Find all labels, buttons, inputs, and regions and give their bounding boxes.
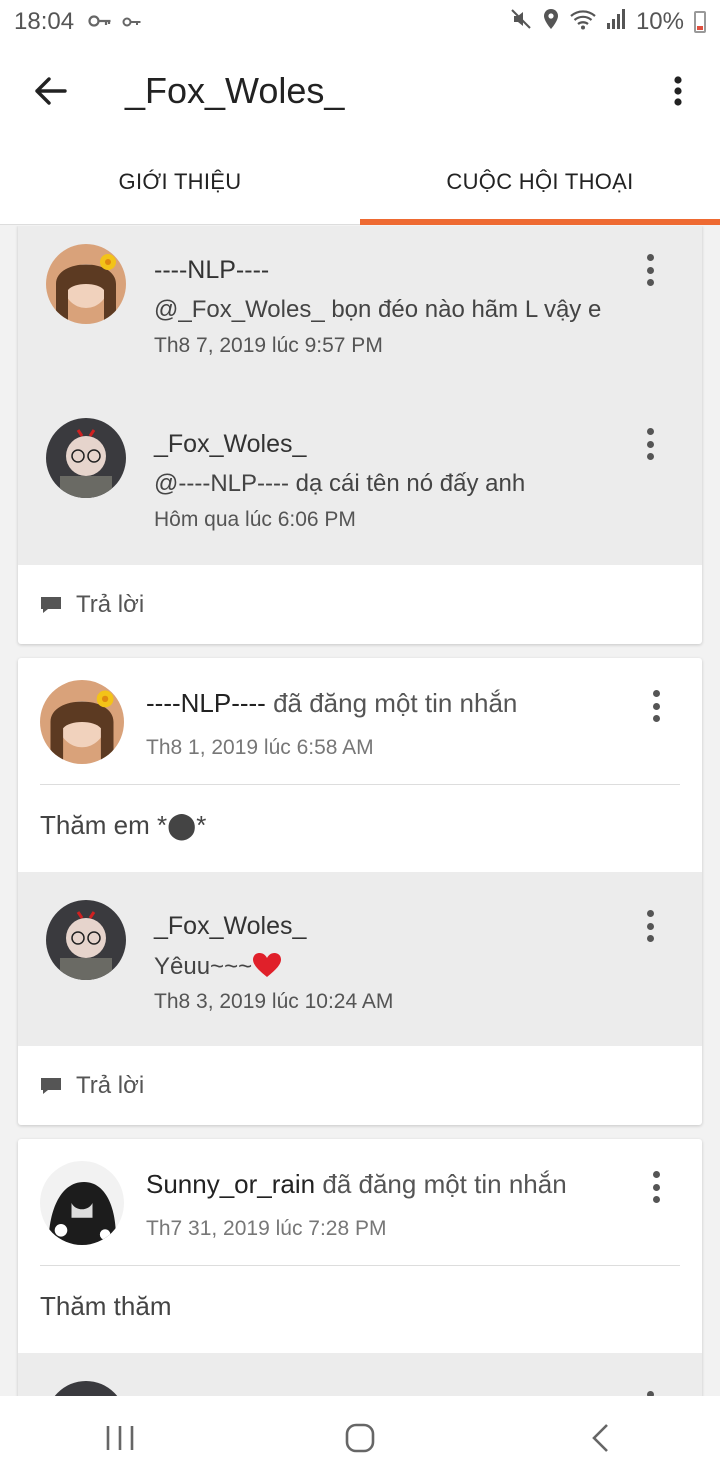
post-author[interactable]: ----NLP---- — [146, 688, 266, 718]
chevron-left-icon — [592, 1424, 608, 1452]
avatar[interactable] — [46, 418, 126, 498]
divider — [40, 784, 680, 785]
post-body: Thăm em *⬤* — [40, 810, 207, 840]
post-header: Sunny_or_rain đã đăng một tin nhắn Th7 3… — [18, 1139, 702, 1267]
avatar[interactable] — [40, 1161, 124, 1245]
avatar[interactable] — [46, 244, 126, 324]
message-card: ----NLP---- @_Fox_Woles_ bọn đéo nào hãm… — [18, 226, 702, 644]
comment-item: _Fox_Woles_ Yêuu~~~ Th8 3, 2019 lúc 10:2… — [18, 872, 702, 1042]
vpn-key-icon — [88, 11, 112, 34]
comment-author[interactable]: _Fox_Woles_ — [154, 912, 306, 941]
post-action: đã đăng một tin nhắn — [322, 1169, 567, 1199]
reply-label: Trả lời — [76, 591, 145, 618]
reply-thread — [18, 1353, 702, 1396]
tab-conversations[interactable]: CUỘC HỘI THOẠI — [360, 140, 720, 225]
tab-about[interactable]: GIỚI THIỆU — [0, 140, 360, 224]
comment-text: @_Fox_Woles_ bọn đéo nào hãm L vậy e — [154, 296, 602, 323]
key-icon — [122, 11, 142, 34]
post-header: ----NLP---- đã đăng một tin nhắn Th8 1, … — [18, 658, 702, 786]
message-card: ----NLP---- đã đăng một tin nhắn Th8 1, … — [18, 658, 702, 1125]
arrow-left-icon — [35, 77, 67, 105]
battery-icon — [694, 11, 706, 33]
comment-bubble-icon — [41, 597, 61, 613]
comment-time: Hôm qua lúc 6:06 PM — [154, 508, 356, 531]
signal-icon — [606, 8, 626, 37]
avatar[interactable] — [46, 1381, 126, 1396]
home-icon — [345, 1423, 375, 1453]
recent-apps-button[interactable] — [80, 1408, 160, 1468]
status-bar: 18:04 10% — [0, 0, 720, 44]
back-nav-button[interactable] — [560, 1408, 640, 1468]
recent-apps-icon — [106, 1426, 134, 1450]
post-author-line: Sunny_or_rain đã đăng một tin nhắn — [146, 1169, 567, 1200]
reply-label: Trả lời — [76, 1071, 145, 1099]
post-author[interactable]: Sunny_or_rain — [146, 1169, 315, 1199]
message-card: Sunny_or_rain đã đăng một tin nhắn Th7 3… — [18, 1139, 702, 1396]
comment-time: Th8 7, 2019 lúc 9:57 PM — [154, 334, 383, 357]
comment-item: _Fox_Woles_ @----NLP---- dạ cái tên nó đ… — [18, 398, 702, 568]
comment-text: @----NLP---- dạ cái tên nó đấy anh — [154, 470, 526, 497]
system-nav-bar — [0, 1396, 720, 1480]
app-bar: _Fox_Woles_ — [0, 44, 720, 140]
comment-text-line: Yêuu~~~ — [154, 952, 282, 981]
comment-more-button[interactable] — [638, 250, 662, 290]
comment-bubble-icon — [41, 1077, 61, 1094]
comment-more-button[interactable] — [638, 424, 662, 464]
divider — [40, 1265, 680, 1266]
home-button[interactable] — [320, 1408, 400, 1468]
more-options-button[interactable] — [658, 66, 698, 116]
post-time: Th8 1, 2019 lúc 6:58 AM — [146, 736, 374, 759]
reply-button[interactable]: Trả lời — [18, 565, 702, 644]
comment-more-button[interactable] — [638, 906, 662, 946]
mute-icon — [510, 8, 532, 37]
comment-more-button[interactable] — [638, 1387, 662, 1396]
comment-author[interactable]: ----NLP---- — [154, 256, 269, 285]
post-more-button[interactable] — [644, 1167, 668, 1207]
more-vert-icon — [674, 76, 682, 106]
tab-bar: GIỚI THIỆU CUỘC HỘI THOẠI — [0, 140, 720, 225]
back-button[interactable] — [26, 66, 76, 116]
battery-percent: 10% — [635, 8, 684, 35]
status-time: 18:04 — [14, 8, 75, 35]
reply-thread: ----NLP---- @_Fox_Woles_ bọn đéo nào hãm… — [18, 226, 702, 565]
wifi-icon — [570, 8, 596, 37]
reply-thread: _Fox_Woles_ Yêuu~~~ Th8 3, 2019 lúc 10:2… — [18, 872, 702, 1046]
avatar[interactable] — [46, 900, 126, 980]
comment-item: ----NLP---- @_Fox_Woles_ bọn đéo nào hãm… — [18, 226, 702, 394]
reply-button[interactable]: Trả lời — [18, 1046, 702, 1125]
post-time: Th7 31, 2019 lúc 7:28 PM — [146, 1217, 387, 1240]
page-title: _Fox_Woles_ — [125, 70, 345, 111]
heart-icon — [253, 953, 282, 977]
comment-text: Yêuu~~~ — [154, 953, 253, 980]
post-body: Thăm thăm — [40, 1291, 172, 1321]
comment-time: Th8 3, 2019 lúc 10:24 AM — [154, 990, 394, 1013]
post-more-button[interactable] — [644, 686, 668, 726]
comment-author[interactable]: _Fox_Woles_ — [154, 430, 306, 459]
location-icon — [542, 8, 560, 37]
conversation-list[interactable]: ----NLP---- @_Fox_Woles_ bọn đéo nào hãm… — [0, 226, 720, 1396]
post-author-line: ----NLP---- đã đăng một tin nhắn — [146, 688, 517, 719]
avatar[interactable] — [40, 680, 124, 764]
post-action: đã đăng một tin nhắn — [273, 688, 518, 718]
